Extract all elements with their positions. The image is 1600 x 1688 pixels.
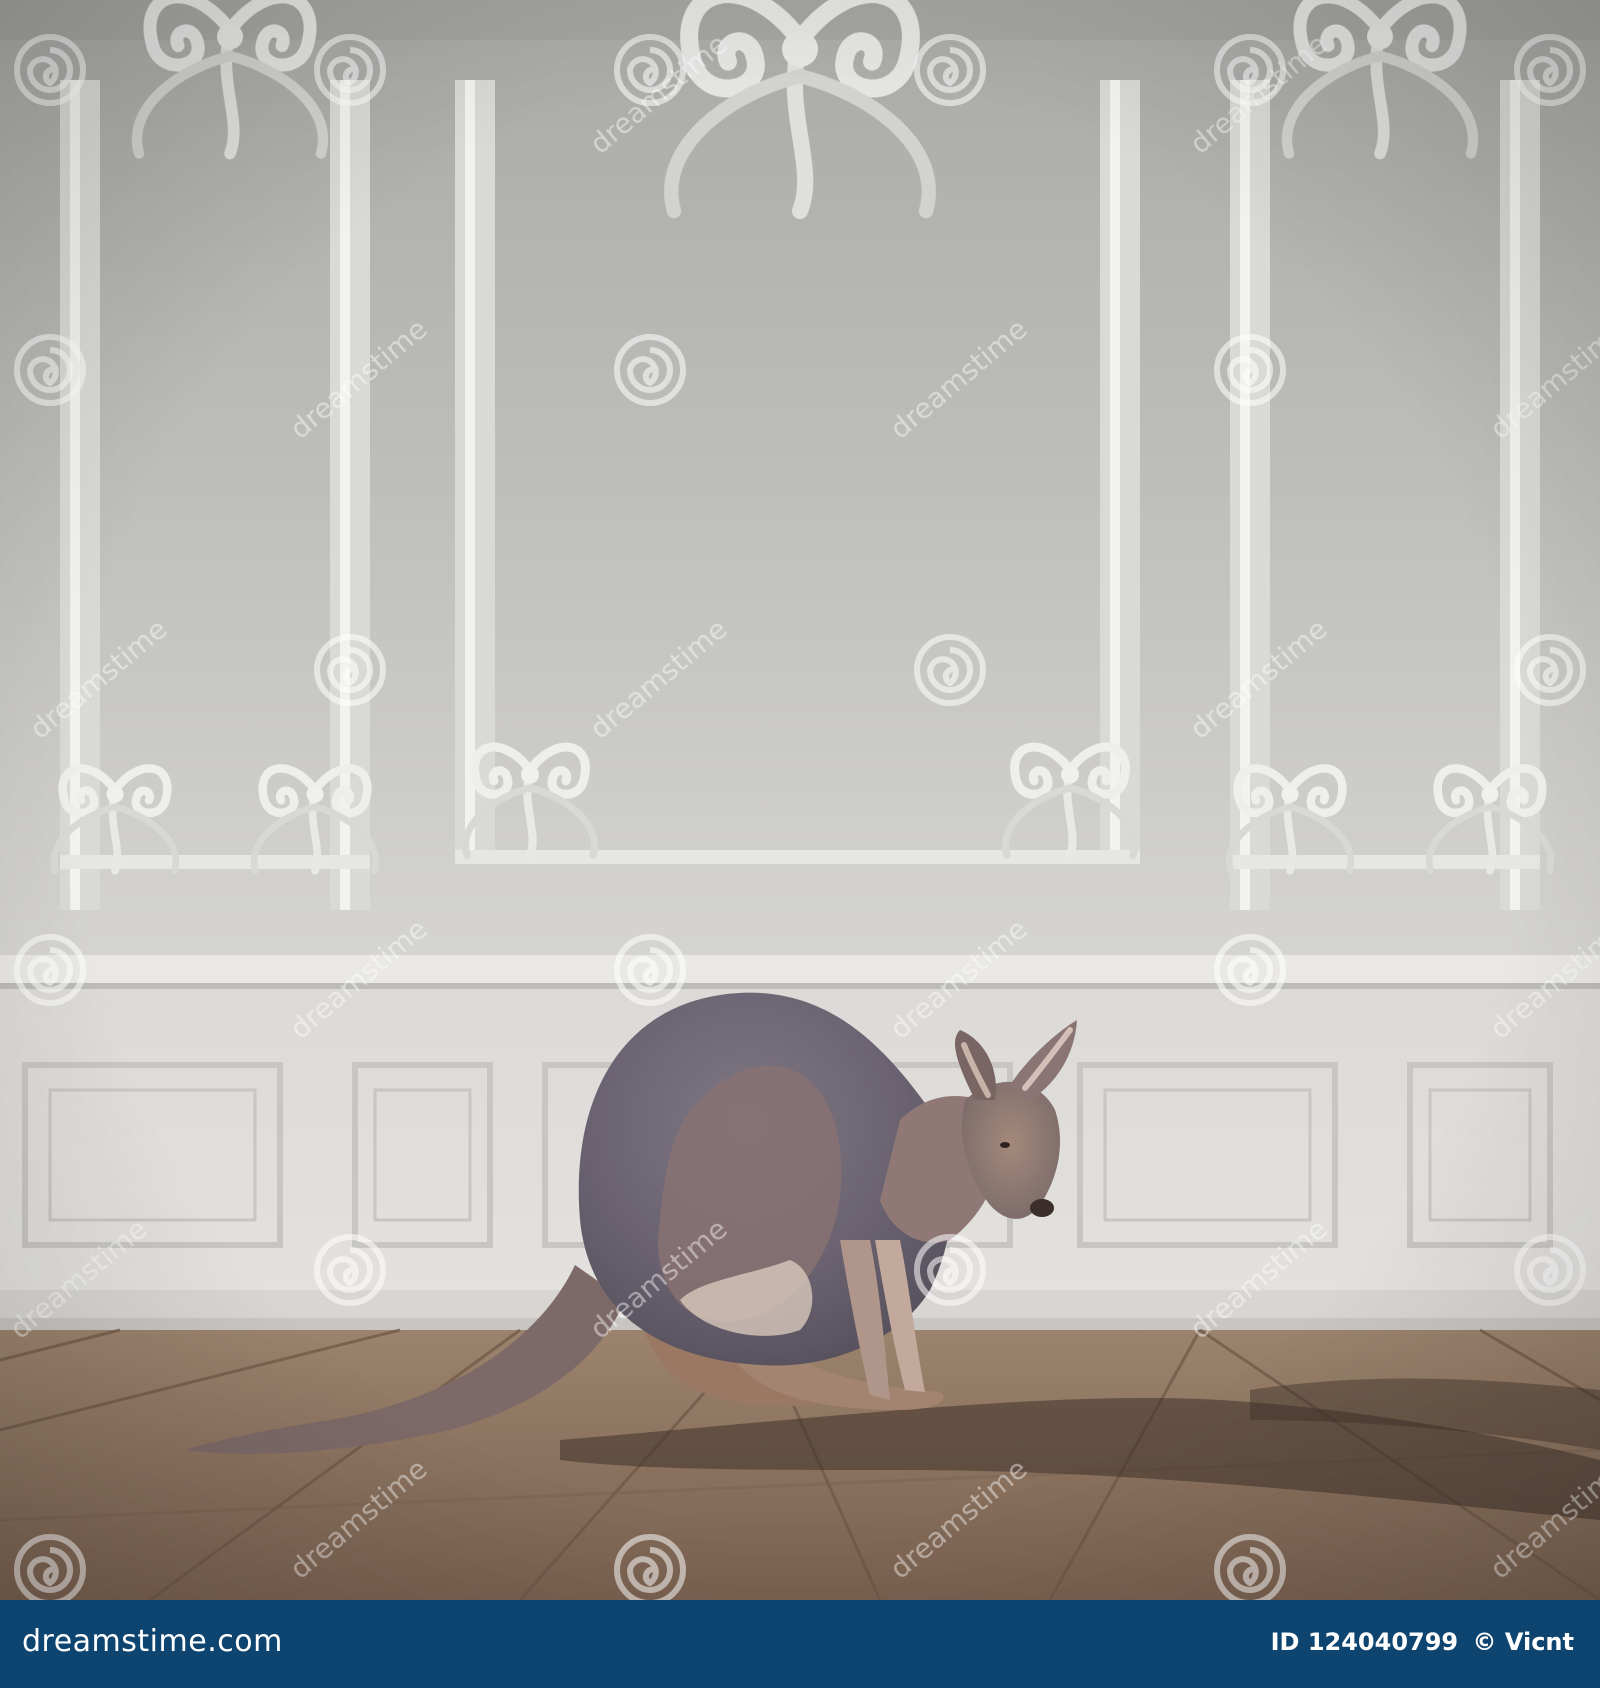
image-id: ID 124040799 <box>1270 1628 1459 1656</box>
stock-photo-frame: dreamstime dreamstime dreamstime dreamst… <box>0 0 1600 1688</box>
stock-footer-bar: dreamstime.com ID 124040799 © Vicnt <box>0 1600 1600 1688</box>
photo-credit: © Vicnt <box>1472 1628 1574 1656</box>
kangaroo-room-photo: dreamstime dreamstime dreamstime dreamst… <box>0 0 1600 1600</box>
footer-meta: ID 124040799 © Vicnt <box>1265 1628 1574 1656</box>
footer-brand[interactable]: dreamstime.com <box>22 1624 283 1659</box>
